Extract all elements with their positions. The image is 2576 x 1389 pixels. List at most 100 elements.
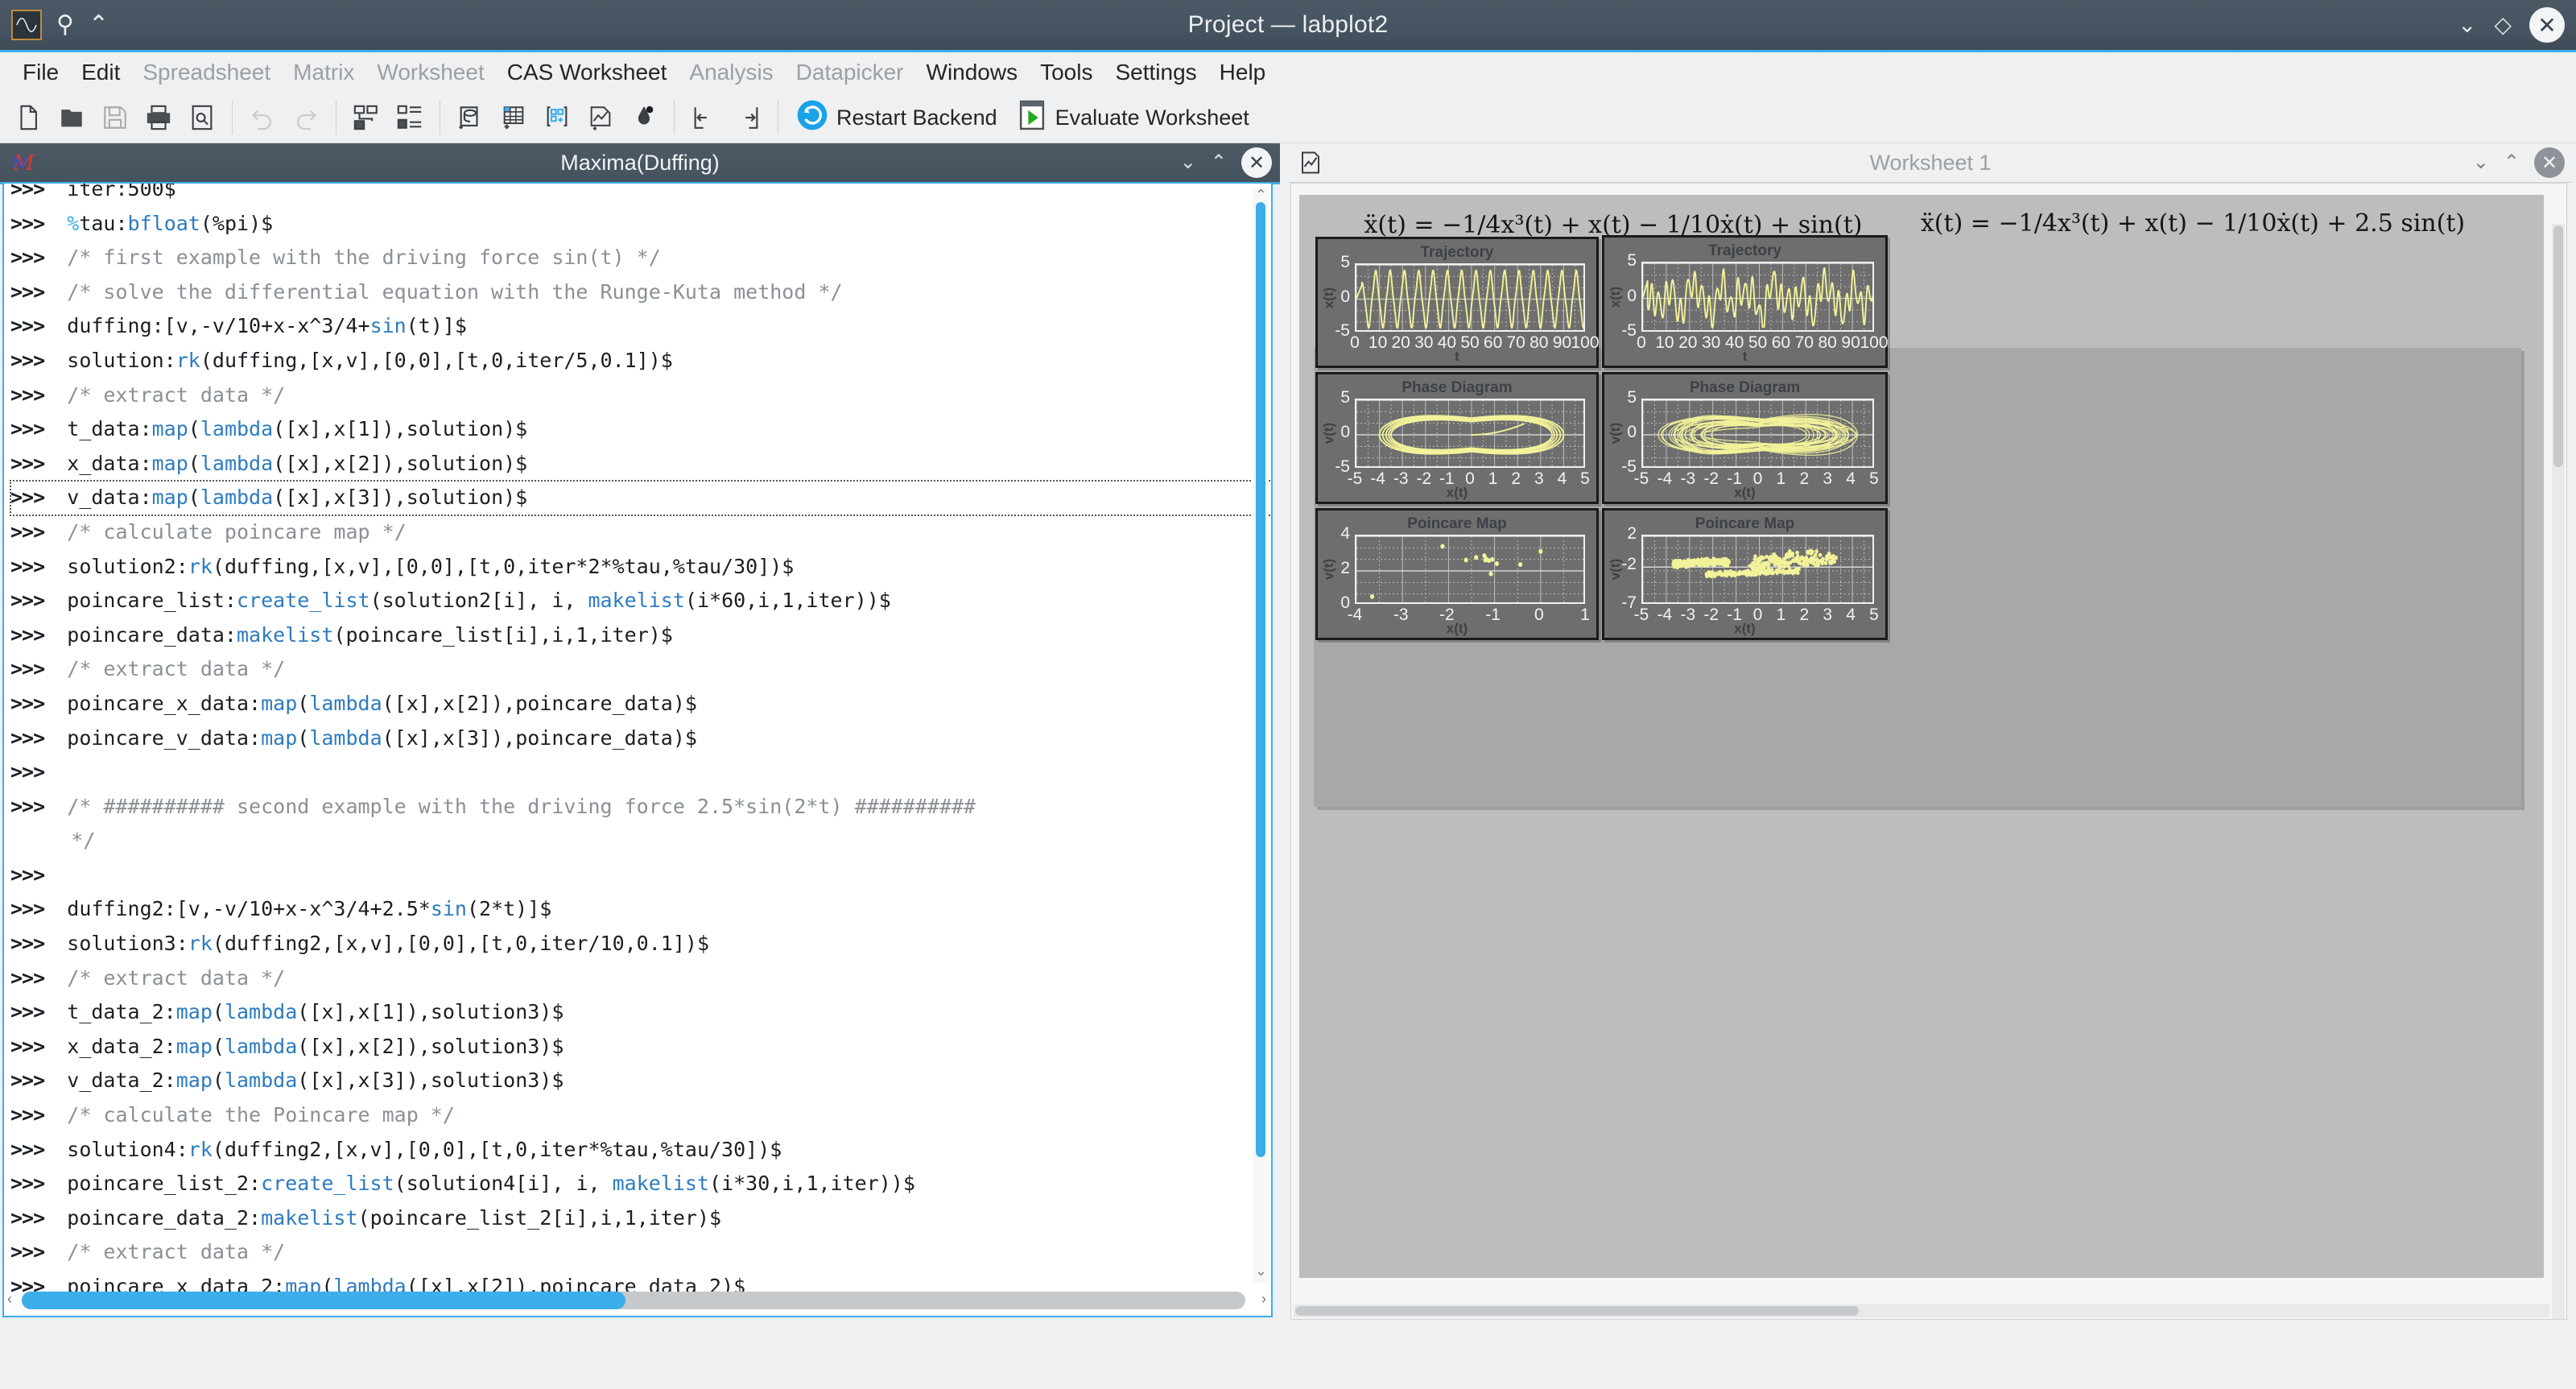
plot-trajectory-right[interactable]: Trajectory0102030405060708090100-505tx(t… [1602, 235, 1888, 368]
new-workbook-icon[interactable] [448, 96, 492, 139]
cas-scroll-left-icon[interactable]: ‹ [7, 1291, 12, 1308]
cas-line[interactable]: >>> solution4:rk(duffing2,[x,v],[0,0],[t… [10, 1133, 1273, 1168]
cas-token: map [261, 726, 297, 750]
cas-token: v_data: [67, 486, 151, 509]
new-spreadsheet-icon[interactable] [492, 96, 535, 139]
worksheet-page[interactable]: ẍ(t) = −1/4x³(t) + x(t) − 1/10ẋ(t) + sin… [1299, 195, 2544, 1278]
plot-title: Poincare Map [1318, 515, 1596, 533]
cas-line[interactable]: */ [10, 824, 1273, 858]
plot-poincare-right[interactable]: Poincare Map-5-4-3-2-1012345-7-22x(t)v(t… [1602, 508, 1888, 640]
cas-line[interactable]: >>> solution2:rk(duffing,[x,v],[0,0],[t,… [10, 550, 1273, 585]
cas-horizontal-scrollbar[interactable] [22, 1292, 1245, 1309]
menu-cas-worksheet[interactable]: CAS Worksheet [496, 56, 679, 89]
cas-line[interactable]: >>> poincare_data:makelist(poincare_list… [10, 618, 1273, 653]
plot-phase-left[interactable]: Phase Diagram-5-4-3-2-1012345-505x(t)v(t… [1315, 372, 1599, 504]
cas-line[interactable]: >>> /* first example with the driving fo… [10, 241, 1273, 275]
cas-line[interactable]: >>> poincare_data_2:makelist(poincare_li… [10, 1201, 1273, 1236]
cas-vertical-scrollbar[interactable] [1253, 188, 1269, 1283]
cas-line[interactable]: >>> t_data:map(lambda([x],x[1]),solution… [10, 412, 1273, 447]
plot-poincare-left[interactable]: Poincare Map-4-3-2-101024x(t)v(t) [1315, 508, 1599, 640]
worksheet-maximize-button[interactable]: ⌃ [2504, 153, 2520, 172]
redo-icon[interactable] [284, 96, 328, 139]
print-preview-icon[interactable] [180, 96, 224, 139]
collapse-chevron-icon[interactable]: ⌃ [89, 13, 109, 37]
menu-windows[interactable]: Windows [915, 56, 1030, 89]
cas-line[interactable]: >>> duffing2:[v,-v/10+x-x^3/4+2.5*sin(2*… [10, 892, 1273, 927]
close-button[interactable]: ✕ [2529, 7, 2565, 43]
maximize-button[interactable]: ◇ [2494, 14, 2512, 36]
cas-close-button[interactable]: ✕ [1241, 147, 1272, 178]
new-worksheet-icon[interactable] [579, 96, 622, 139]
cas-line[interactable]: >>> /* extract data */ [10, 961, 1273, 996]
new-document-icon[interactable] [6, 96, 50, 139]
import-icon[interactable] [683, 96, 726, 139]
project-explorer-icon[interactable] [345, 96, 388, 139]
cas-line[interactable]: >>> v_data_2:map(lambda([x],x[3]),soluti… [10, 1064, 1273, 1098]
cas-line[interactable]: >>> poincare_v_data:map(lambda([x],x[3])… [10, 721, 1273, 756]
cas-token: rk [188, 555, 213, 578]
cas-vertical-scroll-thumb[interactable] [1256, 202, 1265, 1157]
new-datapicker-icon[interactable] [622, 96, 666, 139]
cas-line[interactable]: >>> /* extract data */ [10, 652, 1273, 687]
cas-code-lines[interactable]: >>> iter:500$>>> %tau:bfloat(%pi)$>>> /*… [10, 182, 1273, 1304]
menu-file[interactable]: File [11, 56, 70, 89]
titlebar-left-icons: ⚲ ⌃ [0, 10, 109, 40]
undo-icon[interactable] [241, 96, 284, 139]
cas-line[interactable]: >>> /* extract data */ [10, 378, 1273, 413]
cas-line[interactable]: >>> solution:rk(duffing,[x,v],[0,0],[t,0… [10, 344, 1273, 378]
menu-settings[interactable]: Settings [1104, 56, 1208, 89]
restart-backend-label: Restart Backend [836, 105, 997, 130]
print-icon[interactable] [137, 96, 180, 139]
worksheet-horizontal-scroll-thumb[interactable] [1295, 1306, 1859, 1316]
cas-line[interactable]: >>> /* extract data */ [10, 1235, 1273, 1270]
cas-scroll-right-icon[interactable]: › [1261, 1291, 1266, 1308]
worksheet-vertical-scroll-thumb[interactable] [2553, 225, 2563, 467]
cas-horizontal-scroll-thumb[interactable] [22, 1292, 625, 1309]
evaluate-worksheet-button[interactable]: Evaluate Worksheet [1007, 96, 1259, 139]
worksheet-minimize-button[interactable]: ⌄ [2473, 153, 2489, 172]
cas-line[interactable]: >>> solution3:rk(duffing2,[x,v],[0,0],[t… [10, 927, 1273, 961]
save-icon[interactable] [93, 96, 137, 139]
cas-code-editor[interactable]: >>> iter:500$>>> %tau:bfloat(%pi)$>>> /*… [2, 182, 1273, 1317]
cas-prompt: >>> [10, 1240, 67, 1263]
cas-line[interactable]: >>> /* calculate the Poincare map */ [10, 1098, 1273, 1133]
worksheet-horizontal-scrollbar[interactable] [1294, 1304, 2549, 1317]
plot-trajectory-left[interactable]: Trajectory0102030405060708090100-505tx(t… [1315, 237, 1599, 368]
cas-line[interactable]: >>> poincare_list:create_list(solution2[… [10, 584, 1273, 618]
restart-backend-button[interactable]: Restart Backend [786, 96, 1007, 139]
cas-line[interactable]: >>> iter:500$ [10, 182, 1273, 207]
y-tick-label: 5 [1608, 251, 1637, 271]
cas-maximize-button[interactable]: ⌃ [1211, 153, 1227, 172]
cas-token: lambda [309, 692, 382, 715]
cas-line[interactable]: >>> /* ########## second example with th… [10, 790, 1273, 825]
cas-line[interactable]: >>> duffing:[v,-v/10+x-x^3/4+sin(t)]$ [10, 309, 1273, 344]
cas-line[interactable]: >>> poincare_x_data:map(lambda([x],x[2])… [10, 687, 1273, 721]
new-matrix-icon[interactable] [535, 96, 579, 139]
cas-line[interactable]: >>> /* calculate poincare map */ [10, 515, 1273, 550]
minimize-button[interactable]: ⌄ [2458, 14, 2476, 36]
cas-line[interactable]: >>> t_data_2:map(lambda([x],x[1]),soluti… [10, 995, 1273, 1030]
open-folder-icon[interactable] [50, 96, 93, 139]
cas-scroll-down-icon[interactable]: ⌄ [1255, 1263, 1267, 1279]
export-icon[interactable] [726, 96, 770, 139]
cas-scroll-up-icon[interactable]: ⌃ [1255, 187, 1267, 204]
cas-line[interactable]: >>> v_data:map(lambda([x],x[3]),solution… [10, 481, 1273, 515]
worksheet-close-button[interactable]: ✕ [2534, 147, 2565, 178]
worksheet-canvas-area[interactable]: ẍ(t) = −1/4x³(t) + x(t) − 1/10ẋ(t) + sin… [1290, 183, 2567, 1320]
cas-line[interactable]: >>> [10, 858, 1273, 893]
pin-icon[interactable]: ⚲ [56, 13, 74, 37]
menu-edit[interactable]: Edit [70, 56, 131, 89]
menu-tools[interactable]: Tools [1029, 56, 1104, 89]
plot-phase-right[interactable]: Phase Diagram-5-4-3-2-1012345-505x(t)v(t… [1602, 372, 1888, 504]
cas-token: sin [370, 314, 407, 337]
worksheet-vertical-scrollbar[interactable] [2552, 224, 2565, 1320]
cas-minimize-button[interactable]: ⌄ [1180, 153, 1196, 172]
cas-line[interactable]: >>> x_data_2:map(lambda([x],x[2]),soluti… [10, 1030, 1273, 1064]
cas-line[interactable]: >>> %tau:bfloat(%pi)$ [10, 207, 1273, 242]
cas-line[interactable]: >>> x_data:map(lambda([x],x[2]),solution… [10, 447, 1273, 482]
cas-line[interactable]: >>> /* solve the differential equation w… [10, 275, 1273, 310]
cas-line[interactable]: >>> poincare_list_2:create_list(solution… [10, 1167, 1273, 1201]
menu-help[interactable]: Help [1208, 56, 1278, 89]
properties-explorer-icon[interactable] [388, 96, 431, 139]
cas-line[interactable]: >>> [10, 755, 1273, 790]
